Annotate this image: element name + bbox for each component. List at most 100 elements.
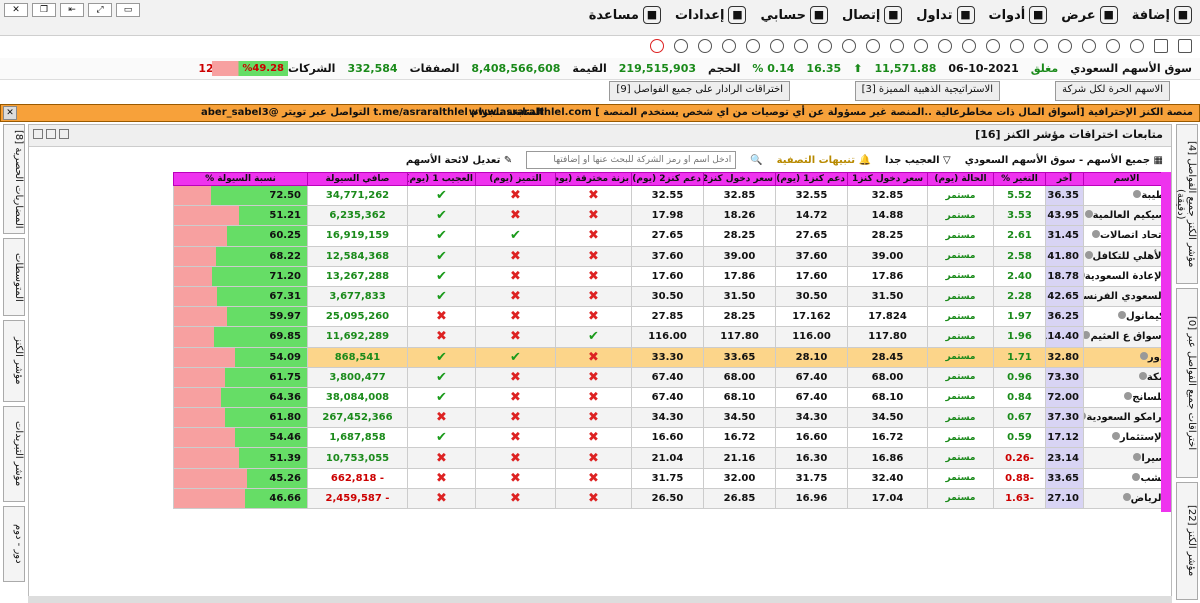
checkbox-icon[interactable]: [1178, 39, 1192, 53]
edit-list-button[interactable]: ✎ تعديل لائحة الأسهم: [406, 155, 512, 166]
scope-selector[interactable]: ▦ جميع الأسهم - سوق الأسهم السعودي: [965, 155, 1163, 166]
menu-item-3[interactable]: ■ تداول: [916, 6, 975, 24]
pin-icon[interactable]: [1122, 492, 1131, 501]
mail-icon[interactable]: [1058, 39, 1072, 53]
chart-icon[interactable]: [1130, 39, 1144, 53]
table-row[interactable]: بلسانج 72.00 0.84 مستمر 68.10 67.40 68.10 67.40…: [173, 386, 1170, 409]
column-header[interactable]: التميز (يوم): [475, 172, 556, 186]
menu-item-5[interactable]: ■ حسابي: [760, 6, 828, 24]
user-icon[interactable]: [770, 39, 784, 53]
menu-item-0[interactable]: ■ إضافة: [1132, 6, 1192, 24]
column-header[interactable]: دعم كنز2 (يوم): [631, 172, 704, 186]
menu-item-6[interactable]: ■ إعدادات: [675, 6, 747, 24]
tab-golden-strategy[interactable]: الاستراتيجية الذهبية المميزة [3]: [854, 81, 1000, 101]
close-icon[interactable]: ✕: [4, 3, 28, 17]
column-header[interactable]: نسبة السيولة %: [173, 172, 308, 186]
column-header[interactable]: دعم كنز1 (يوم): [775, 172, 848, 186]
table-row[interactable]: الرياض 27.10 -1.63 مستمر 17.04 16.96 26.85 26.5…: [173, 487, 1170, 510]
compass-icon[interactable]: [794, 39, 808, 53]
expand-icon[interactable]: ⤢: [88, 3, 112, 17]
column-header[interactable]: آخر: [1045, 172, 1084, 186]
side-tab-kanz-index[interactable]: مؤشر الكنز: [3, 320, 25, 402]
table-row[interactable]: طيبة 36.35 5.52 مستمر 32.85 32.55 32.85 32.55 ✖ ✖…: [173, 184, 1170, 207]
search-input[interactable]: [526, 151, 737, 169]
table-row[interactable]: مكة 73.30 0.96 مستمر 68.00 67.40 68.00 67.40 ✖ ✖ ✔…: [173, 366, 1170, 388]
menu-item-2[interactable]: ■ أدوات: [989, 6, 1048, 24]
minimize-icon[interactable]: [33, 129, 43, 139]
table-row[interactable]: السعودي الفرنسي42.652.28مستمر31.5030.503…: [173, 285, 1170, 308]
lock-icon[interactable]: [722, 39, 736, 53]
screen-icon[interactable]: ▭: [116, 3, 140, 17]
filter-alerts[interactable]: 🔔 تنبيهات التصفية: [777, 155, 871, 166]
cell-e2: 34.50: [703, 407, 776, 429]
column-header[interactable]: التغير %: [993, 172, 1046, 186]
table-row[interactable]: الأهلي للتكافل 41.80 2.58 مستمر 39.00 37.60 39…: [173, 245, 1170, 267]
pin-icon[interactable]: [1139, 351, 1148, 360]
side-tab-kanz-22[interactable]: [22] مؤشر الكنز: [1176, 482, 1198, 600]
table-row[interactable]: أرامكو السعودية 37.30 0.67 مستمر 34.50 34.30 3…: [173, 407, 1170, 429]
side-tab-kanz-all[interactable]: [4] مؤشر الكنز جميع الفواصل (دقيقة): [1175, 124, 1198, 284]
pin-icon[interactable]: [1084, 250, 1093, 259]
maximize-icon[interactable]: [46, 129, 56, 139]
eye-icon[interactable]: [1010, 39, 1024, 53]
pin-icon[interactable]: [1084, 210, 1093, 219]
horizontal-scrollbar[interactable]: [28, 596, 1172, 603]
column-header[interactable]: صافي السيولة: [307, 172, 408, 186]
table-row[interactable]: الإعادة السعودية 18.78 2.40 مستمر 17.86 17.60…: [173, 265, 1170, 287]
table-row[interactable]: أسواق ع العثيم114.401.96مستمر117.80116.0…: [173, 326, 1170, 348]
bell-icon[interactable]: [914, 39, 928, 53]
pin-icon[interactable]: [1091, 230, 1100, 239]
side-tab-cooling[interactable]: مؤشر التبريدات: [3, 406, 25, 502]
pulse-icon[interactable]: [674, 39, 688, 53]
calendar-icon[interactable]: [938, 39, 952, 53]
phone-icon[interactable]: [698, 39, 712, 53]
pin-icon[interactable]: [1111, 432, 1120, 441]
star-icon[interactable]: [1034, 39, 1048, 53]
book-icon[interactable]: [1106, 39, 1120, 53]
menu-item-7[interactable]: ■ مساعدة: [589, 6, 661, 24]
filter-selector[interactable]: ▽ العجيب جدا: [885, 155, 951, 166]
grid-icon[interactable]: [1154, 39, 1168, 53]
side-tab-breakouts-all[interactable]: [0] اختراقات جميع الفواصل عبر: [1176, 288, 1198, 478]
side-tab-averages[interactable]: المتوسطات: [3, 238, 25, 316]
column-header[interactable]: بزنة مخترقة (يوم): [555, 172, 632, 186]
menu-item-1[interactable]: ■ عرض: [1061, 6, 1118, 24]
column-header[interactable]: سعر دخول كنز1: [847, 172, 928, 186]
table-row[interactable]: اتحاد اتصالات 31.45 2.61 مستمر 28.25 27.65 28.…: [173, 225, 1170, 247]
close-icon[interactable]: [59, 129, 69, 139]
column-header[interactable]: سعر دخول كنز2: [703, 172, 776, 186]
ruler-icon[interactable]: [866, 39, 880, 53]
close-icon[interactable]: ✕: [3, 106, 17, 120]
row-selector[interactable]: [1161, 172, 1171, 512]
collapse-icon[interactable]: ⇤: [60, 3, 84, 17]
market-name[interactable]: سوق الأسهم السعودي: [1070, 62, 1192, 75]
table-row[interactable]: كيمانول 36.25 1.97 مستمر 17.824 17.162 28.25 27…: [173, 306, 1170, 328]
tab-radar-breakouts[interactable]: اختراقات الرادار على جميع الفواصل [9]: [609, 81, 790, 101]
pin-icon[interactable]: [1138, 371, 1147, 380]
column-header[interactable]: الاسم: [1083, 172, 1170, 186]
cog-icon[interactable]: [746, 39, 760, 53]
table-row[interactable]: تشب 33.65 -0.88 مستمر 32.40 31.75 32.00 31.75 ✖ ✖…: [173, 467, 1170, 489]
flame-icon[interactable]: [890, 39, 904, 53]
table-row[interactable]: الإستثمار 17.12 0.59 مستمر 16.72 16.60 16.72 16…: [173, 427, 1170, 449]
robot-icon[interactable]: [1082, 39, 1096, 53]
ticker-text-2[interactable]: المتابعه تلجرام t.me/asraralthlel التواص…: [201, 107, 544, 118]
refresh-icon[interactable]: [650, 39, 664, 53]
search-icon[interactable]: 🔍: [750, 155, 762, 166]
cell-chg: 1.97: [993, 306, 1046, 328]
column-header[interactable]: الحالة (يوم): [927, 172, 994, 186]
table-row[interactable]: دور 32.80 1.71 مستمر 28.45 28.10 33.65 33.30 ✖ ✔ ✔…: [173, 346, 1170, 368]
crosshair-icon[interactable]: [818, 39, 832, 53]
table-row[interactable]: سيكيم العالمية 43.95 3.53 مستمر 14.88 14.72 18…: [173, 205, 1170, 227]
tab-free-float[interactable]: الاسهم الحرة لكل شركة: [1055, 81, 1170, 101]
target-icon[interactable]: [842, 39, 856, 53]
side-tab-dor-dom[interactable]: دور - دوم: [3, 506, 25, 582]
menu-item-4[interactable]: ■ إتصال: [842, 6, 903, 24]
pin-icon[interactable]: [1117, 311, 1126, 320]
side-tab-exclusive[interactable]: [8] المضاربات الحصرية: [3, 124, 25, 234]
timer-icon[interactable]: [962, 39, 976, 53]
record-icon[interactable]: [986, 39, 1000, 53]
restore-icon[interactable]: ❐: [32, 3, 56, 17]
table-row[interactable]: سيرا 23.14 -0.26 مستمر 16.86 16.30 21.16 21.04 ✖…: [173, 447, 1170, 469]
column-header[interactable]: العجيب 1 (يوم): [407, 172, 476, 186]
